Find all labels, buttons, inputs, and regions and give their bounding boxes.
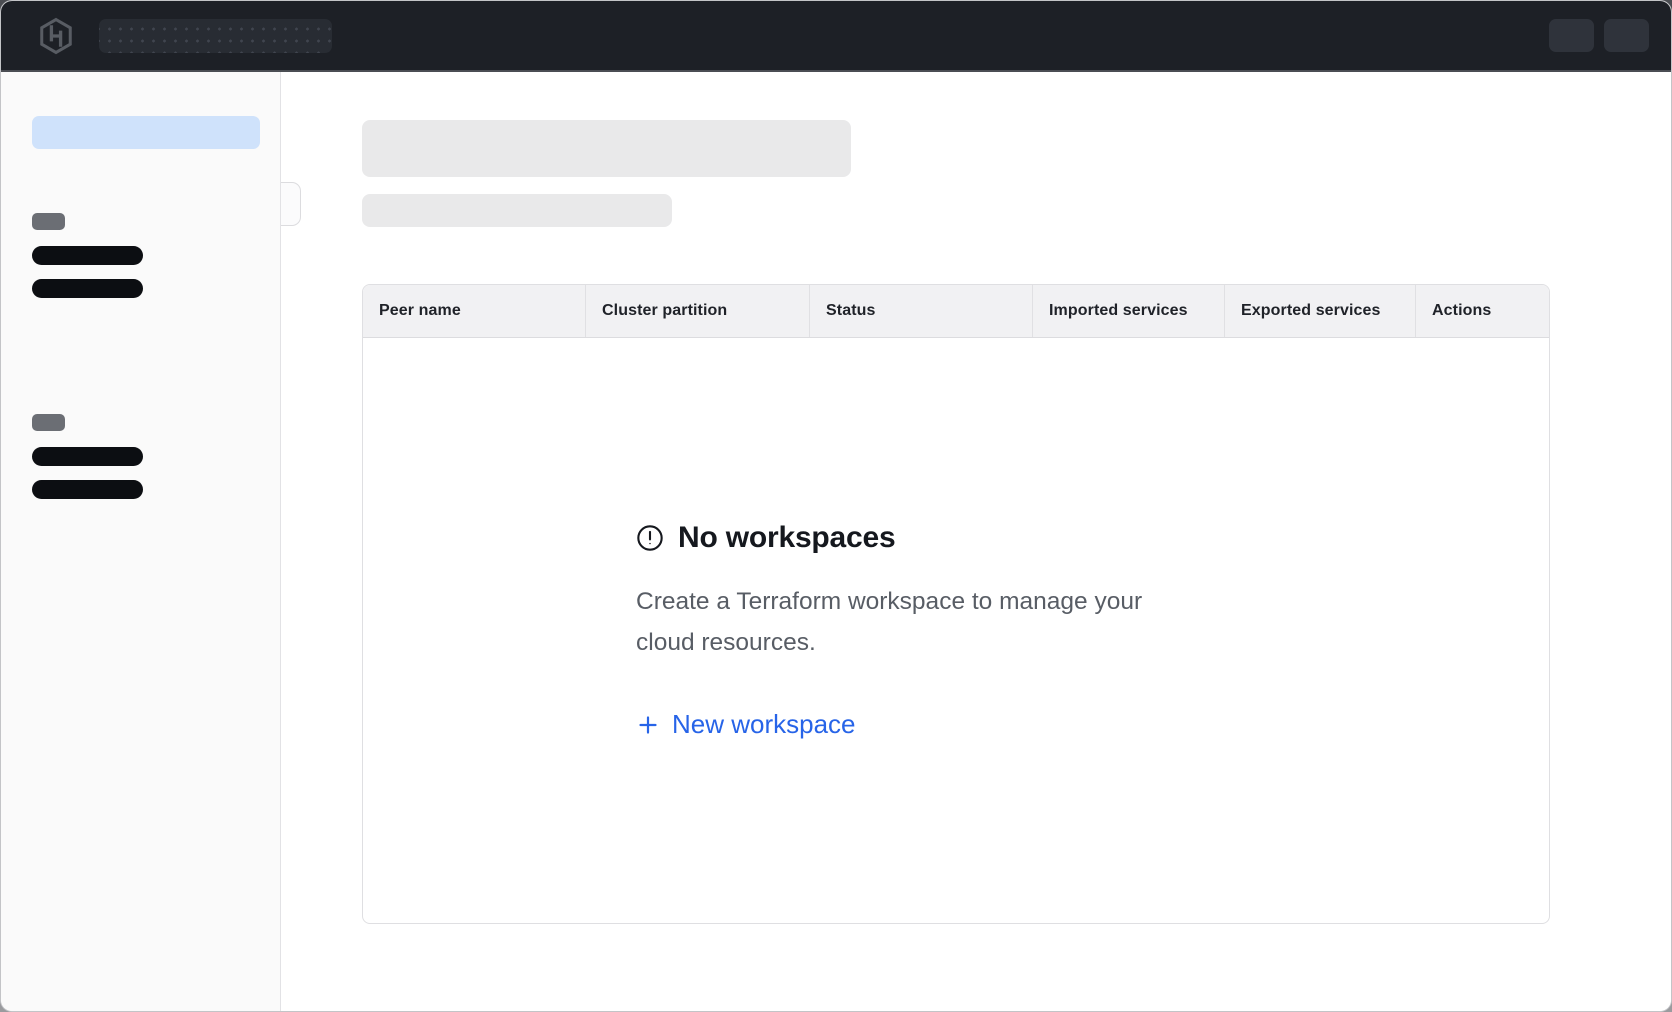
column-header-exported-services: Exported services <box>1224 285 1415 337</box>
app-window: Peer name Cluster partition Status Impor… <box>0 0 1672 1012</box>
sidebar-section-label-placeholder <box>32 414 65 431</box>
topbar-actions <box>1549 19 1649 52</box>
sidebar <box>1 72 281 1011</box>
plus-icon <box>636 713 660 737</box>
app-shell: Peer name Cluster partition Status Impor… <box>1 72 1671 1011</box>
column-header-actions: Actions <box>1415 285 1549 337</box>
empty-state-description-line: Create a Terraform workspace to manage y… <box>636 581 1142 622</box>
new-workspace-link[interactable]: New workspace <box>636 709 856 740</box>
sidebar-active-item-placeholder[interactable] <box>32 116 260 149</box>
sidebar-collapse-handle[interactable] <box>281 182 301 226</box>
alert-circle-icon <box>636 524 664 552</box>
topbar <box>1 1 1671 72</box>
sidebar-nav-item-placeholder[interactable] <box>32 447 143 466</box>
sidebar-nav-item-placeholder[interactable] <box>32 480 143 499</box>
empty-state: No workspaces Create a Terraform workspa… <box>636 521 1276 740</box>
column-header-imported-services: Imported services <box>1032 285 1224 337</box>
table-header-row: Peer name Cluster partition Status Impor… <box>363 285 1549 338</box>
main-content: Peer name Cluster partition Status Impor… <box>281 72 1671 1011</box>
topbar-button-placeholder-2[interactable] <box>1604 19 1649 52</box>
empty-state-description: Create a Terraform workspace to manage y… <box>636 581 1142 663</box>
table-empty-body: No workspaces Create a Terraform workspa… <box>363 338 1549 923</box>
sidebar-nav-item-placeholder[interactable] <box>32 246 143 265</box>
sidebar-section-label-placeholder <box>32 213 65 230</box>
page-title-placeholder <box>362 120 851 177</box>
hashicorp-logo-icon[interactable] <box>37 17 75 55</box>
column-header-status: Status <box>809 285 1032 337</box>
topbar-nav-placeholder[interactable] <box>99 19 332 53</box>
empty-state-heading: No workspaces <box>636 521 896 555</box>
empty-state-title: No workspaces <box>678 521 896 555</box>
page-subtitle-placeholder <box>362 194 672 227</box>
column-header-peer-name: Peer name <box>363 285 585 337</box>
workspaces-table: Peer name Cluster partition Status Impor… <box>362 284 1550 924</box>
new-workspace-link-label: New workspace <box>672 709 856 740</box>
topbar-button-placeholder-1[interactable] <box>1549 19 1594 52</box>
column-header-cluster-partition: Cluster partition <box>585 285 809 337</box>
sidebar-nav-item-placeholder[interactable] <box>32 279 143 298</box>
empty-state-description-line: cloud resources. <box>636 622 1142 663</box>
